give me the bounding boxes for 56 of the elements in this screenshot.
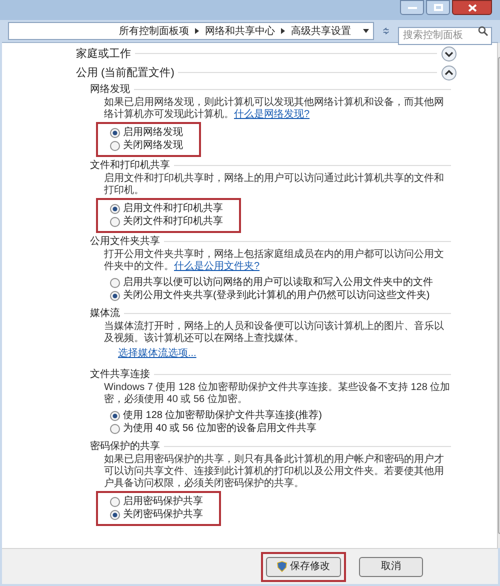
radio-button[interactable] (110, 278, 120, 288)
expand-icon[interactable] (441, 46, 457, 62)
profile-heading: 家庭或工作 (76, 48, 131, 60)
dropdown-icon[interactable] (363, 29, 369, 33)
radio-button[interactable] (110, 204, 120, 214)
radio-button[interactable] (110, 291, 120, 301)
radio-button[interactable] (110, 141, 120, 151)
radio-label[interactable]: 关闭网络发现 (123, 140, 183, 152)
close-icon (468, 4, 476, 12)
radio-label[interactable]: 为使用 40 或 56 位加密的设备启用文件共享 (123, 423, 316, 435)
radio-button[interactable] (110, 424, 120, 434)
breadcrumb-arrow-icon (281, 28, 285, 34)
cancel-button[interactable]: 取消 (359, 556, 423, 576)
radio-button[interactable] (110, 128, 120, 138)
save-button[interactable]: 保存修改 (266, 556, 341, 576)
section-description: 启用文件和打印机共享时，网络上的用户可以访问通过此计算机共享的文件和打印机。 (104, 173, 445, 197)
radio-button[interactable] (110, 217, 120, 227)
section-heading: 网络发现 (90, 84, 130, 96)
search-field[interactable]: 搜索控制面板 (398, 26, 492, 44)
section-description: 打开公用文件夹共享时，网络上包括家庭组成员在内的用户都可以访问公用文件夹中的文件。什么是公用文件夹? (104, 249, 445, 273)
section-description: 如果已启用网络发现，则此计算机可以发现其他网络计算机和设备，而其他网络计算机亦可发现此计算机。什么是网络发现? (104, 97, 445, 121)
breadcrumb-item[interactable]: 所有控制面板项 (119, 24, 189, 38)
options-link[interactable]: 选择媒体流选项... (118, 348, 196, 359)
close-button[interactable] (452, 0, 492, 15)
radio-label[interactable]: 启用密码保护共享 (123, 496, 203, 508)
collapse-icon[interactable] (441, 64, 457, 80)
breadcrumb-item[interactable]: 高级共享设置 (291, 24, 351, 38)
minimize-button[interactable] (400, 0, 424, 15)
help-link[interactable]: 什么是网络发现? (234, 109, 310, 120)
section-description: 当媒体流打开时，网络上的人员和设备便可以访问该计算机上的图片、音乐以及视频。该计算机还可以在网络上查找媒体。 (104, 321, 445, 345)
radio-label[interactable]: 关闭公用文件夹共享(登录到此计算机的用户仍然可以访问这些文件夹) (123, 290, 430, 302)
section-heading: 文件和打印机共享 (90, 160, 170, 172)
section-heading: 公用文件夹共享 (90, 236, 160, 248)
radio-label[interactable]: 启用共享以便可以访问网络的用户可以读取和写入公用文件夹中的文件 (123, 277, 433, 289)
radio-label[interactable]: 启用文件和打印机共享 (123, 203, 223, 215)
section-heading: 密码保护的共享 (90, 440, 160, 452)
radio-button[interactable] (110, 497, 120, 507)
radio-label[interactable]: 关闭密码保护共享 (123, 509, 203, 521)
section-description: Windows 7 使用 128 位加密帮助保护文件共享连接。某些设备不支持 128 位加密，必须使用 40 或 56 位加密。 (104, 382, 451, 406)
radio-button[interactable] (110, 510, 120, 520)
refresh-icon[interactable] (382, 25, 390, 37)
address-bar[interactable]: 所有控制面板项 网络和共享中心 高级共享设置 (8, 22, 374, 40)
section-heading: 媒体流 (90, 308, 120, 320)
profile-heading: 公用 (当前配置文件) (76, 66, 174, 78)
radio-label[interactable]: 启用网络发现 (123, 127, 183, 139)
shield-icon (277, 561, 287, 572)
radio-label[interactable]: 关闭文件和打印机共享 (123, 216, 223, 228)
section-heading: 文件共享连接 (90, 368, 150, 380)
breadcrumb-arrow-icon (195, 28, 199, 34)
maximize-button[interactable] (426, 0, 450, 15)
radio-label[interactable]: 使用 128 位加密帮助保护文件共享连接(推荐) (123, 410, 322, 422)
search-icon (478, 26, 488, 36)
help-link[interactable]: 什么是公用文件夹? (174, 261, 260, 272)
radio-button[interactable] (110, 411, 120, 421)
breadcrumb-item[interactable]: 网络和共享中心 (205, 24, 275, 38)
section-description: 如果已启用密码保护的共享，则只有具备此计算机的用户帐户和密码的用户才可以访问共享文件、连接到此计算机的打印机以及公用文件夹。若要使其他用户具备访问权限，必须关闭密码保护的共享。 (104, 454, 445, 490)
